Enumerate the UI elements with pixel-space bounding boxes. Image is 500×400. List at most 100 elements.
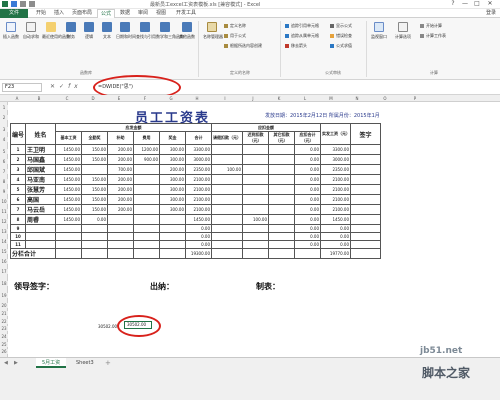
row-header[interactable]: 14 xyxy=(0,239,8,244)
table-cell[interactable] xyxy=(159,248,187,259)
table-cell[interactable]: 2100.00 xyxy=(185,174,213,185)
row-number-cell[interactable]: 9 xyxy=(9,224,27,233)
table-cell[interactable]: 2350.00 xyxy=(320,164,352,175)
column-header[interactable]: D xyxy=(80,95,106,102)
employee-name-cell[interactable] xyxy=(25,232,57,241)
row-header[interactable]: 25 xyxy=(0,342,8,347)
table-cell[interactable] xyxy=(211,184,244,195)
table-cell[interactable] xyxy=(211,174,244,185)
table-cell[interactable]: 700.00 xyxy=(107,164,135,175)
table-cell[interactable]: 0.00 xyxy=(185,224,213,233)
table-cell[interactable] xyxy=(55,232,83,241)
tab-file[interactable]: 文件 xyxy=(0,9,28,18)
table-cell[interactable] xyxy=(268,214,296,225)
column-header[interactable]: F xyxy=(132,95,158,102)
table-cell[interactable]: 300.00 xyxy=(159,174,187,185)
trace-precedents-button[interactable]: 追踪引用单元格 xyxy=(285,23,319,29)
table-cell[interactable]: 150.00 xyxy=(81,204,109,215)
row-number-cell[interactable]: 7 xyxy=(9,204,27,215)
employee-name-cell[interactable]: 马国鑫 xyxy=(25,154,57,165)
worksheet-grid[interactable]: A B C D E F G H I J K L M N O P 1 2 3 4 … xyxy=(0,95,500,357)
table-cell[interactable]: 0.00 xyxy=(294,194,322,205)
employee-name-cell[interactable]: 马云岳 xyxy=(25,204,57,215)
table-cell[interactable]: 0.00 xyxy=(294,232,322,241)
table-cell[interactable]: 100.00 xyxy=(242,214,270,225)
table-cell[interactable] xyxy=(211,154,244,165)
table-cell[interactable]: 2100.00 xyxy=(320,204,352,215)
table-cell[interactable]: 200.00 xyxy=(107,184,135,195)
column-header[interactable]: B xyxy=(24,95,54,102)
table-cell[interactable] xyxy=(242,232,270,241)
table-cell[interactable] xyxy=(159,224,187,233)
table-cell[interactable] xyxy=(107,224,135,233)
add-sheet-button[interactable]: + xyxy=(105,359,111,367)
name-box[interactable]: F23 xyxy=(2,83,42,92)
table-cell[interactable]: 1450.00 xyxy=(55,174,83,185)
table-cell[interactable] xyxy=(268,240,296,249)
math-trig-button[interactable]: 数学和三角函数 xyxy=(156,22,184,40)
error-checking-button[interactable]: 错误检查 xyxy=(330,33,352,39)
total-actual-cell[interactable]: 19770.00 xyxy=(320,248,352,259)
signature-cell[interactable] xyxy=(350,232,382,241)
row-number-cell[interactable]: 5 xyxy=(9,184,27,195)
table-cell[interactable] xyxy=(211,248,244,259)
employee-name-cell[interactable]: 张慧芳 xyxy=(25,184,57,195)
employee-name-cell[interactable] xyxy=(25,224,57,233)
column-header[interactable]: P xyxy=(400,95,430,102)
minimize-button[interactable]: — xyxy=(460,0,470,8)
table-cell[interactable]: 3300.00 xyxy=(185,144,213,155)
row-number-cell[interactable]: 8 xyxy=(9,214,27,225)
remove-arrows-button[interactable]: 移去箭头 xyxy=(285,43,307,49)
table-cell[interactable]: 0.00 xyxy=(294,154,322,165)
row-number-cell[interactable]: 4 xyxy=(9,174,27,185)
table-cell[interactable] xyxy=(211,194,244,205)
table-cell[interactable] xyxy=(268,174,296,185)
table-cell[interactable]: 3300.00 xyxy=(320,144,352,155)
table-cell[interactable]: 1450.00 xyxy=(320,214,352,225)
more-functions-button[interactable]: 其他函数 xyxy=(178,22,196,40)
table-cell[interactable] xyxy=(211,204,244,215)
table-cell[interactable] xyxy=(133,224,161,233)
column-header[interactable]: C xyxy=(54,95,80,102)
define-name-button[interactable]: 定义名称 xyxy=(224,23,246,29)
table-cell[interactable] xyxy=(242,204,270,215)
row-number-cell[interactable]: 10 xyxy=(9,232,27,241)
trace-dependents-button[interactable]: 追踪从属单元格 xyxy=(285,33,319,39)
table-cell[interactable]: 200.00 xyxy=(107,154,135,165)
table-cell[interactable]: 150.00 xyxy=(81,174,109,185)
table-cell[interactable]: 0.00 xyxy=(294,204,322,215)
tab-home[interactable]: 开始 xyxy=(36,9,46,18)
table-cell[interactable] xyxy=(242,240,270,249)
row-header[interactable]: 12 xyxy=(0,219,8,224)
row-header[interactable]: 3 xyxy=(0,127,8,132)
table-cell[interactable]: 1450.00 xyxy=(55,204,83,215)
table-cell[interactable] xyxy=(211,214,244,225)
next-sheet-icon[interactable]: ▶ xyxy=(14,360,18,366)
table-cell[interactable]: 300.00 xyxy=(159,154,187,165)
table-cell[interactable] xyxy=(81,224,109,233)
table-cell[interactable]: 0.00 xyxy=(320,224,352,233)
table-cell[interactable] xyxy=(242,144,270,155)
table-cell[interactable]: 0.00 xyxy=(185,232,213,241)
table-cell[interactable] xyxy=(211,144,244,155)
table-cell[interactable]: 0.00 xyxy=(294,144,322,155)
table-cell[interactable] xyxy=(242,248,270,259)
recent-functions-button[interactable]: 最近使用的函数 xyxy=(42,22,70,40)
row-header[interactable]: 17 xyxy=(0,269,8,274)
tab-formulas[interactable]: 公式 xyxy=(97,9,116,18)
help-button[interactable]: ? xyxy=(448,0,458,8)
table-cell[interactable] xyxy=(268,194,296,205)
lookup-reference-button[interactable]: 查找与引用 xyxy=(136,22,156,40)
table-cell[interactable] xyxy=(242,194,270,205)
table-cell[interactable] xyxy=(107,214,135,225)
table-cell[interactable]: 1450.00 xyxy=(55,214,83,225)
table-cell[interactable]: 0.00 xyxy=(294,224,322,233)
column-header[interactable]: G xyxy=(158,95,184,102)
row-header[interactable]: 13 xyxy=(0,229,8,234)
table-cell[interactable]: 2100.00 xyxy=(185,184,213,195)
table-cell[interactable]: 2100.00 xyxy=(185,194,213,205)
sheet-tab-sheet3[interactable]: Sheet3 xyxy=(70,358,100,368)
table-cell[interactable]: 0.00 xyxy=(320,232,352,241)
table-cell[interactable]: 150.00 xyxy=(81,184,109,195)
table-cell[interactable]: 0.00 xyxy=(185,240,213,249)
